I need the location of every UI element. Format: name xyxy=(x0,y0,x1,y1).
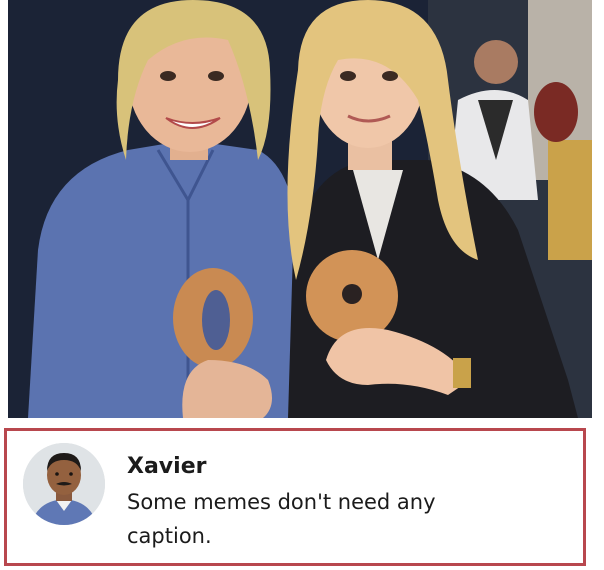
comment-body: Xavier Some memes don't need any caption… xyxy=(127,453,563,553)
comment-author[interactable]: Xavier xyxy=(127,453,563,481)
comment-card: Xavier Some memes don't need any caption… xyxy=(4,428,586,566)
avatar[interactable] xyxy=(23,443,105,525)
comment-text: Some memes don't need any caption. xyxy=(127,490,436,548)
meme-photo xyxy=(8,0,592,418)
meme-page: Xavier Some memes don't need any caption… xyxy=(0,0,604,570)
